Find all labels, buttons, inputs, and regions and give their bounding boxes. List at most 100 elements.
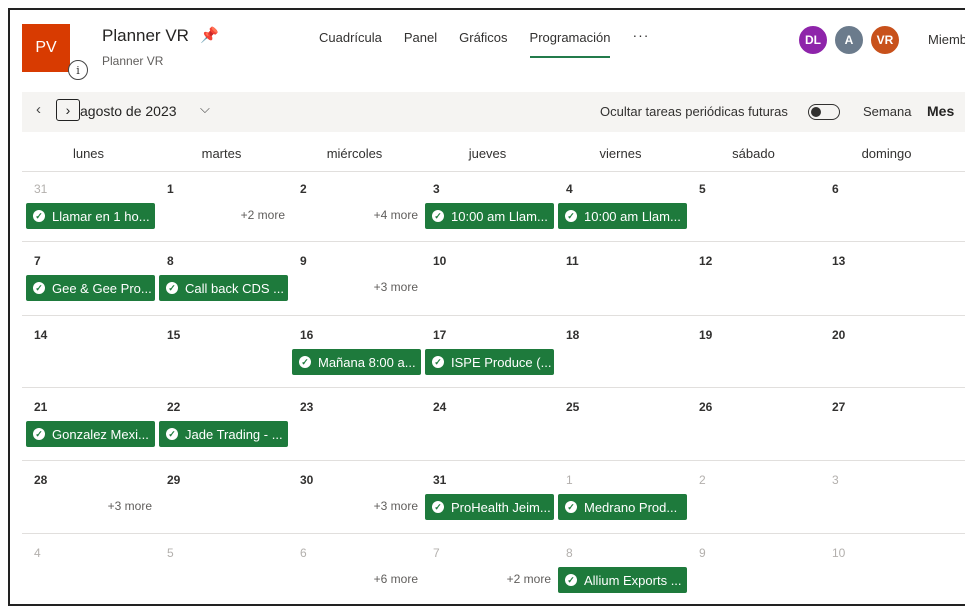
check-circle-icon: ✓ (166, 282, 178, 294)
view-month-button[interactable]: Mes (927, 103, 954, 119)
day-number[interactable]: 1 (167, 182, 174, 196)
day-number[interactable]: 4 (566, 182, 573, 196)
task-chip[interactable]: ✓ Call back CDS ... (159, 275, 288, 301)
day-number[interactable]: 10 (832, 546, 845, 560)
chevron-down-icon[interactable]: ⌵ (200, 101, 210, 117)
task-chip[interactable]: ✓ Jade Trading - ... (159, 421, 288, 447)
day-number[interactable]: 5 (699, 182, 706, 196)
day-number[interactable]: 24 (433, 400, 446, 414)
info-icon[interactable]: i (68, 60, 88, 80)
task-title: Llamar en 1 ho... (52, 208, 150, 224)
task-chip[interactable]: ✓ ISPE Produce (... (425, 349, 554, 375)
more-tasks-link[interactable]: +3 more (373, 280, 418, 294)
day-number[interactable]: 29 (167, 473, 180, 487)
day-number[interactable]: 17 (433, 328, 446, 342)
task-title: ISPE Produce (... (451, 354, 552, 370)
more-tabs-icon[interactable]: ··· (632, 27, 649, 43)
plan-icon-text: PV (35, 39, 57, 56)
week-row: 31 1 2 3 4 5 6 +2 more +4 more ✓ Llamar en 1 ho...… (22, 170, 965, 242)
task-chip[interactable]: ✓ Allium Exports ... (558, 567, 687, 593)
day-number[interactable]: 2 (300, 182, 307, 196)
task-chip[interactable]: ✓ Llamar en 1 ho... (26, 203, 155, 229)
day-number[interactable]: 14 (34, 328, 47, 342)
task-chip[interactable]: ✓ ProHealth Jeim... (425, 494, 554, 520)
day-number[interactable]: 27 (832, 400, 845, 414)
day-number[interactable]: 18 (566, 328, 579, 342)
month-label[interactable]: agosto de 2023 (80, 103, 177, 119)
day-number[interactable]: 6 (832, 182, 839, 196)
task-title: 10:00 am Llam... (584, 208, 681, 224)
avatar[interactable]: VR (869, 24, 901, 56)
pin-icon[interactable]: 📌 (200, 26, 219, 44)
day-number[interactable]: 4 (34, 546, 41, 560)
day-number[interactable]: 8 (167, 254, 174, 268)
check-circle-icon: ✓ (33, 210, 45, 222)
day-number[interactable]: 19 (699, 328, 712, 342)
tab-programacion[interactable]: Programación (529, 30, 610, 58)
day-number[interactable]: 21 (34, 400, 47, 414)
day-of-week-label: sábado (732, 146, 775, 161)
task-chip[interactable]: ✓ Medrano Prod... (558, 494, 687, 520)
week-row: 14 15 16 17 18 19 20 ✓ Mañana 8:00 a... ✓ ISPE Pro… (22, 316, 965, 388)
avatar[interactable]: A (833, 24, 865, 56)
task-chip[interactable]: ✓ 10:00 am Llam... (425, 203, 554, 229)
task-chip[interactable]: ✓ 10:00 am Llam... (558, 203, 687, 229)
plan-icon[interactable]: PV (22, 24, 70, 72)
day-number[interactable]: 26 (699, 400, 712, 414)
task-title: 10:00 am Llam... (451, 208, 548, 224)
day-number[interactable]: 1 (566, 473, 573, 487)
tab-panel[interactable]: Panel (404, 30, 437, 46)
day-number[interactable]: 31 (34, 182, 47, 196)
day-number[interactable]: 15 (167, 328, 180, 342)
day-number[interactable]: 16 (300, 328, 313, 342)
day-number[interactable]: 10 (433, 254, 446, 268)
day-number[interactable]: 13 (832, 254, 845, 268)
day-number[interactable]: 5 (167, 546, 174, 560)
more-tasks-link[interactable]: +3 more (373, 499, 418, 513)
task-title: Gee & Gee Pro... (52, 280, 152, 296)
task-title: ProHealth Jeim... (451, 499, 551, 515)
day-number[interactable]: 8 (566, 546, 573, 560)
more-tasks-link[interactable]: +2 more (240, 208, 285, 222)
more-tasks-link[interactable]: +4 more (373, 208, 418, 222)
more-tasks-link[interactable]: +3 more (107, 499, 152, 513)
more-tasks-link[interactable]: +6 more (373, 572, 418, 586)
day-number[interactable]: 20 (832, 328, 845, 342)
tab-cuadricula[interactable]: Cuadrícula (319, 30, 382, 46)
task-chip[interactable]: ✓ Mañana 8:00 a... (292, 349, 421, 375)
tab-graficos[interactable]: Gráficos (459, 30, 507, 46)
day-number[interactable]: 9 (300, 254, 307, 268)
task-title: Jade Trading - ... (185, 426, 283, 442)
check-circle-icon: ✓ (33, 428, 45, 440)
day-number[interactable]: 9 (699, 546, 706, 560)
day-number[interactable]: 23 (300, 400, 313, 414)
day-number[interactable]: 2 (699, 473, 706, 487)
day-number[interactable]: 11 (566, 254, 579, 268)
day-number[interactable]: 6 (300, 546, 307, 560)
day-number[interactable]: 22 (167, 400, 180, 414)
avatar[interactable]: DL (797, 24, 829, 56)
day-number[interactable]: 31 (433, 473, 446, 487)
day-number[interactable]: 3 (433, 182, 440, 196)
day-number[interactable]: 12 (699, 254, 712, 268)
day-number[interactable]: 7 (34, 254, 41, 268)
day-number[interactable]: 30 (300, 473, 313, 487)
task-chip[interactable]: ✓ Gonzalez Mexi... (26, 421, 155, 447)
day-number[interactable]: 7 (433, 546, 440, 560)
task-title: Medrano Prod... (584, 499, 678, 515)
day-of-week-header: lunes martes miércoles jueves viernes sábado d… (22, 136, 965, 172)
task-chip[interactable]: ✓ Gee & Gee Pro... (26, 275, 155, 301)
check-circle-icon: ✓ (432, 356, 444, 368)
next-month-button[interactable]: › (56, 99, 80, 121)
day-of-week-label: viernes (599, 146, 642, 161)
more-tasks-link[interactable]: +2 more (506, 572, 551, 586)
prev-month-button[interactable]: ‹ (36, 101, 41, 118)
day-number[interactable]: 28 (34, 473, 47, 487)
day-number[interactable]: 3 (832, 473, 839, 487)
day-number[interactable]: 25 (566, 400, 579, 414)
plan-title: Planner VR (102, 26, 189, 45)
view-week-button[interactable]: Semana (863, 104, 911, 119)
hide-recurring-toggle[interactable] (808, 104, 840, 120)
members-button[interactable]: Miembros (928, 32, 965, 47)
task-title: Call back CDS ... (185, 280, 284, 296)
